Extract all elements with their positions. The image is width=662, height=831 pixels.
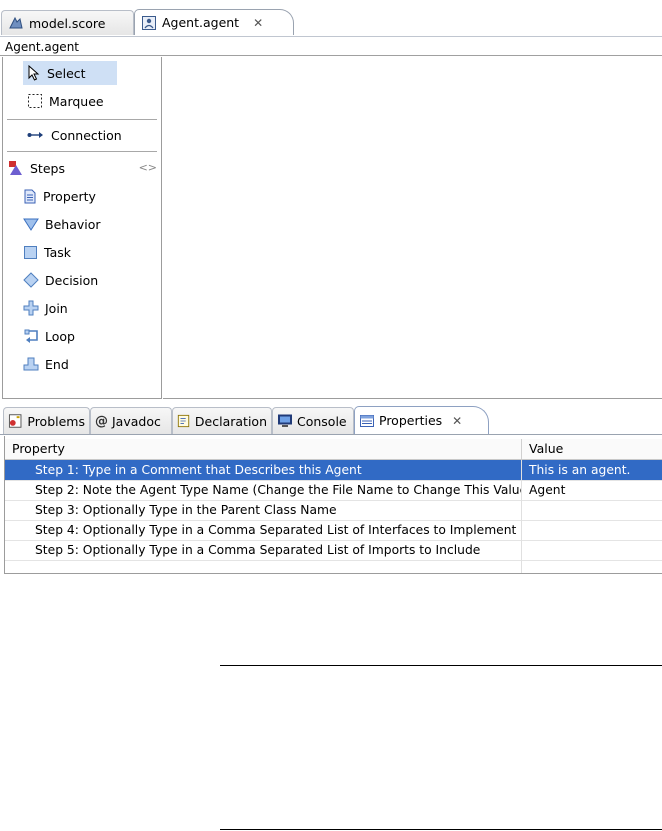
tab-console[interactable]: Console [272, 407, 354, 434]
table-row-empty [5, 560, 662, 573]
palette-tool-connection[interactable]: Connection [23, 123, 128, 147]
palette-drawer-steps[interactable]: Steps <> [4, 156, 159, 180]
column-header-property[interactable]: Property [5, 439, 522, 459]
behavior-icon [23, 218, 39, 231]
close-icon[interactable]: ✕ [253, 16, 263, 30]
tab-agent-agent[interactable]: Agent.agent ✕ [134, 9, 294, 35]
palette-step-decision[interactable]: Decision [23, 268, 98, 292]
palette: Select Marquee Connection Steps <> Prope… [2, 57, 162, 399]
tab-properties[interactable]: Properties ✕ [354, 406, 489, 434]
tab-model-score[interactable]: model.score [1, 10, 134, 35]
properties-icon [360, 414, 374, 427]
connection-icon [27, 132, 43, 138]
palette-step-loop[interactable]: Loop [23, 324, 75, 348]
palette-step-property[interactable]: Property [23, 184, 96, 208]
marquee-icon [28, 94, 42, 108]
property-cell: Step 4: Optionally Type in a Comma Separ… [5, 520, 522, 540]
palette-tool-select[interactable]: Select [23, 61, 117, 85]
property-cell: Step 5: Optionally Type in a Comma Separ… [5, 540, 522, 560]
table-row[interactable]: Step 2: Note the Agent Type Name (Change… [5, 480, 662, 501]
editor-breadcrumb: Agent.agent [0, 38, 662, 56]
loop-icon [24, 329, 38, 343]
table-row[interactable]: Step 4: Optionally Type in a Comma Separ… [5, 520, 662, 541]
table-header: Property Value [5, 439, 662, 460]
column-header-value[interactable]: Value [522, 439, 662, 459]
table-row[interactable]: Step 3: Optionally Type in the Parent Cl… [5, 500, 662, 521]
divider-line [220, 829, 662, 830]
palette-separator [7, 151, 157, 152]
view-tab-bar: Problems @ Javadoc Declaration Console P… [0, 404, 662, 435]
palette-step-join[interactable]: Join [23, 296, 68, 320]
property-cell: Step 2: Note the Agent Type Name (Change… [5, 480, 522, 500]
value-cell[interactable]: This is an agent. [522, 460, 662, 480]
value-cell[interactable] [522, 540, 662, 560]
task-icon [24, 245, 37, 259]
tab-javadoc[interactable]: @ Javadoc [90, 407, 172, 434]
tab-label: model.score [29, 15, 106, 31]
diagram-canvas[interactable] [163, 57, 662, 399]
tab-declaration[interactable]: Declaration [172, 407, 272, 434]
console-icon [278, 414, 292, 427]
property-cell [5, 560, 522, 573]
tab-problems[interactable]: Problems [3, 407, 90, 434]
join-icon [23, 300, 39, 316]
table-row[interactable]: Step 5: Optionally Type in a Comma Separ… [5, 540, 662, 561]
divider-line [220, 665, 662, 666]
tab-label: Agent.agent [162, 15, 240, 30]
problems-icon [8, 414, 22, 428]
at-icon: @ [95, 413, 108, 429]
properties-table: Property Value Step 1: Type in a Comment… [4, 436, 662, 574]
palette-step-behavior[interactable]: Behavior [23, 212, 101, 236]
value-cell[interactable] [522, 500, 662, 520]
palette-step-end[interactable]: End [23, 352, 69, 376]
table-row[interactable]: Step 1: Type in a Comment that Describes… [5, 460, 662, 481]
property-icon [24, 189, 36, 203]
editor-tab-bar: model.score Agent.agent ✕ [0, 8, 662, 37]
steps-icon [9, 161, 22, 175]
end-icon [23, 357, 39, 371]
decision-icon [23, 272, 39, 288]
pin-icon[interactable]: <> [139, 161, 157, 174]
palette-step-task[interactable]: Task [23, 240, 71, 264]
declaration-icon [177, 414, 190, 428]
value-cell[interactable]: Agent [522, 480, 662, 500]
model-icon [9, 16, 23, 29]
palette-tool-marquee[interactable]: Marquee [23, 89, 110, 113]
arrow-cursor-icon [28, 65, 40, 81]
palette-separator [7, 119, 157, 120]
property-cell: Step 3: Optionally Type in the Parent Cl… [5, 500, 522, 520]
agent-icon [142, 15, 156, 30]
property-cell: Step 1: Type in a Comment that Describes… [5, 460, 522, 480]
value-cell[interactable] [522, 520, 662, 540]
close-icon[interactable]: ✕ [452, 414, 462, 428]
